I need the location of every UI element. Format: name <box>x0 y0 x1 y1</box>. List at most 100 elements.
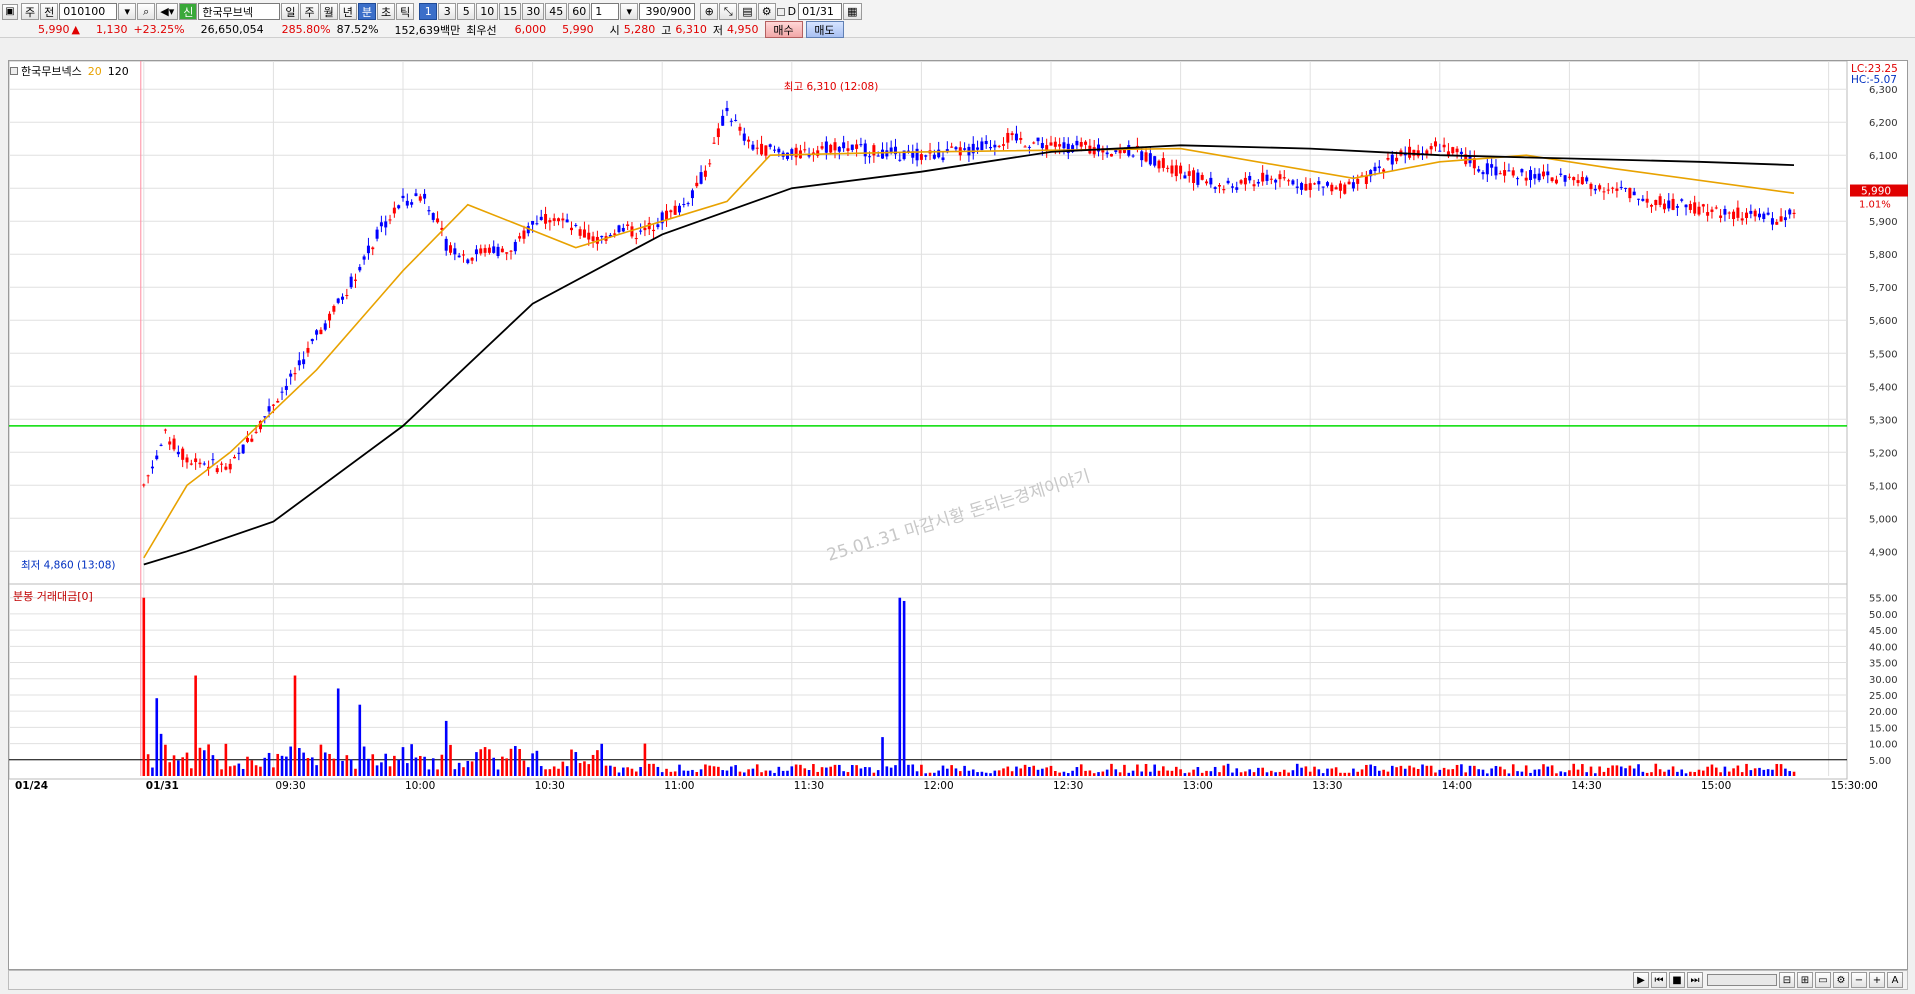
volume-bar <box>1105 769 1109 776</box>
legend-box-icon[interactable] <box>10 67 18 75</box>
interval-button-5[interactable]: 30 <box>522 3 545 20</box>
candle-body <box>1477 169 1481 172</box>
candle-body <box>794 147 798 158</box>
period-button-2[interactable]: 월 <box>319 3 338 20</box>
count-input[interactable]: 390/900 <box>639 3 696 20</box>
volume-bar <box>1468 765 1472 776</box>
date-input[interactable]: 01/31 <box>798 3 843 20</box>
volume-bar <box>1645 772 1649 776</box>
zoom-in-icon[interactable]: ⊞ <box>1797 972 1813 988</box>
chart-canvas[interactable]: 4,900 5,000 5,100 5,200 5,300 5,400 5,500 5,600… <box>9 61 1909 971</box>
trend-tool-icon[interactable]: ⤡ <box>719 3 738 20</box>
volume-bar <box>1244 771 1247 776</box>
volume-bar <box>1403 768 1407 776</box>
first-icon[interactable]: ⏮ <box>1651 972 1667 988</box>
period-button-5[interactable]: 초 <box>376 3 396 20</box>
volume-bar <box>1585 772 1588 776</box>
multiplier-input[interactable]: 1 <box>591 3 620 20</box>
volume-bar <box>1745 763 1748 776</box>
candle-body <box>1109 153 1113 157</box>
period-button-3[interactable]: 년 <box>338 3 357 20</box>
interval-button-3[interactable]: 10 <box>476 3 499 20</box>
volume-bar <box>652 763 655 776</box>
volume-bar <box>820 767 824 776</box>
volume-bar <box>362 746 366 776</box>
gear-icon[interactable]: ⚙ <box>757 3 776 20</box>
speaker-icon[interactable]: ◀▾ <box>156 3 179 20</box>
candle-body <box>496 246 500 256</box>
multiplier-dropdown-icon[interactable]: ▾ <box>620 3 639 20</box>
interval-button-0[interactable]: 1 <box>419 3 438 20</box>
sell-button[interactable]: 매도 <box>805 21 844 38</box>
candle-body <box>1278 174 1282 180</box>
volume-bar <box>1321 773 1325 776</box>
window-icon[interactable]: ▣ <box>2 3 18 20</box>
calendar-icon[interactable]: ▦ <box>843 3 862 20</box>
search-icon[interactable]: ⌕ <box>137 3 156 20</box>
volume-bar <box>1036 769 1040 776</box>
volume-bar <box>1045 767 1048 776</box>
stop-icon[interactable]: ■ <box>1669 972 1685 988</box>
date-checkbox[interactable] <box>776 7 785 16</box>
interval-button-4[interactable]: 15 <box>499 3 522 20</box>
last-icon[interactable]: ⏭ <box>1687 972 1703 988</box>
volume-bar <box>907 764 910 776</box>
candle-body <box>1200 174 1204 180</box>
candle-body <box>1183 175 1187 179</box>
volume-bar <box>898 597 902 776</box>
crosshair-icon[interactable]: ⊕ <box>700 3 719 20</box>
period-button-1[interactable]: 주 <box>300 3 319 20</box>
candle-body <box>1313 183 1317 185</box>
candle-body <box>1213 187 1217 189</box>
interval-button-2[interactable]: 5 <box>457 3 476 20</box>
volume-bar <box>656 766 660 776</box>
interval-button-7[interactable]: 60 <box>568 3 591 20</box>
interval-button-6[interactable]: 45 <box>545 3 568 20</box>
candle-body <box>461 254 465 256</box>
candle-body <box>1563 175 1567 182</box>
market-select[interactable]: 주 <box>21 3 40 20</box>
zoom-out-icon[interactable]: ⊟ <box>1779 972 1795 988</box>
candle-body <box>254 431 258 433</box>
candle-body <box>1412 149 1416 156</box>
buy-button[interactable]: 매수 <box>764 21 803 38</box>
candle-body <box>215 468 219 473</box>
plus-icon[interactable]: + <box>1869 972 1885 988</box>
period-button-0[interactable]: 일 <box>281 3 300 20</box>
volume-bar <box>1481 769 1485 776</box>
period-button-4[interactable]: 분 <box>357 3 376 20</box>
candle-body <box>803 149 807 151</box>
period-button-6[interactable]: 틱 <box>396 3 415 20</box>
candle-body <box>1667 200 1671 209</box>
view-select[interactable]: 전 <box>40 3 59 20</box>
code-dropdown-icon[interactable]: ▾ <box>118 3 137 20</box>
candle-body <box>1282 177 1286 179</box>
fit-icon[interactable]: ▭ <box>1815 972 1831 988</box>
interval-button-1[interactable]: 3 <box>438 3 457 20</box>
candle-body <box>1377 166 1381 169</box>
zoom-slider[interactable] <box>1707 974 1777 986</box>
chart-area[interactable]: 4,900 5,000 5,100 5,200 5,300 5,400 5,500 5,600… <box>8 60 1908 970</box>
candle-body <box>561 218 565 221</box>
volume-bar <box>751 768 755 776</box>
font-icon[interactable]: A <box>1887 972 1903 988</box>
volume-bar <box>604 765 608 776</box>
candle-body <box>980 141 984 151</box>
time-tick-label: 01/24 <box>15 780 48 792</box>
time-tick-label: 14:30 <box>1571 780 1601 792</box>
code-input[interactable]: 010100 <box>59 3 118 20</box>
volume-bar <box>773 772 776 776</box>
candle-body <box>643 227 647 231</box>
scroll-right-icon[interactable]: ▶ <box>1633 972 1649 988</box>
candle-body <box>1757 213 1761 218</box>
volume-panel <box>9 583 1848 780</box>
volume-tick-label: 30.00 <box>1869 675 1898 686</box>
volume-bar <box>505 758 508 776</box>
candle-body <box>263 416 267 418</box>
volume-bar <box>695 771 699 776</box>
candle-body <box>963 148 967 150</box>
settings-icon[interactable]: ⚙ <box>1833 972 1849 988</box>
minus-icon[interactable]: − <box>1851 972 1867 988</box>
price-tick-label: 6,200 <box>1869 118 1898 129</box>
save-icon[interactable]: ▤ <box>738 3 757 20</box>
